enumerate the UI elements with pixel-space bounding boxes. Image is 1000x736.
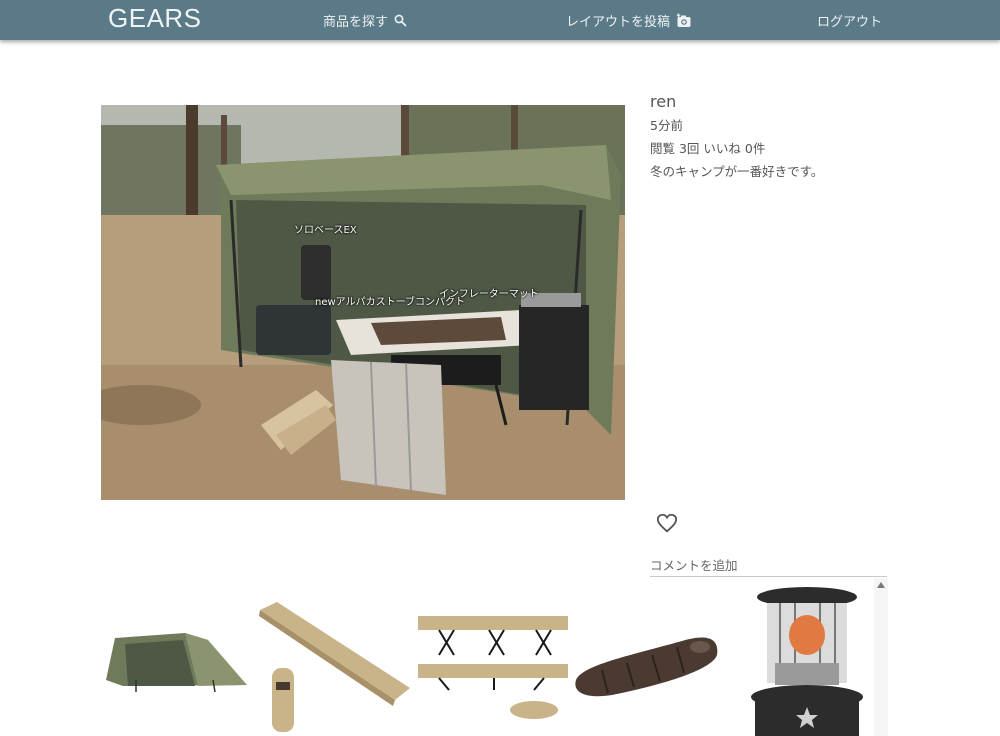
post-layout-link[interactable]: レイアウトを投稿 [566,11,692,30]
product-thumb-tent[interactable] [103,600,251,736]
comment-scrollbar[interactable] [874,578,888,736]
username[interactable]: ren [650,92,890,111]
product-thumb-sleeping-bag[interactable] [572,625,722,705]
post-info: ren 5分前 閲覧 3回 いいね 0件 冬のキャンプが一番好きです。 [650,90,890,180]
brand-logo[interactable]: GEARS [108,3,202,34]
gear-tag-label[interactable]: インフレーターマット [439,285,539,300]
heart-icon [656,513,678,533]
search-products-link[interactable]: 商品を探す [323,11,407,30]
search-icon [394,14,407,27]
search-products-label: 商品を探す [323,15,389,30]
post-stats: 閲覧 3回 いいね 0件 [650,141,766,156]
product-thumb-cot[interactable] [414,610,572,730]
post-photo: ソロベースEX newアルパカストーブコンパクト インフレーターマット [101,105,625,500]
comment-input[interactable]: コメントを追加 [650,552,887,577]
post-layout-label: レイアウトを投稿 [566,15,671,30]
top-navbar: GEARS 商品を探す レイアウトを投稿 ログアウト [0,0,1000,40]
like-button[interactable] [656,512,678,534]
comment-placeholder: コメントを追加 [650,558,738,573]
gear-tag-label[interactable]: ソロベースEX [294,221,357,236]
logout-link[interactable]: ログアウト [817,11,882,30]
post-time: 5分前 [650,118,683,133]
product-thumb-kerosene-stove[interactable] [745,585,870,736]
post-caption: 冬のキャンプが一番好きです。 [650,164,824,179]
product-thumb-mat[interactable] [255,600,413,736]
scroll-up-arrow-icon[interactable] [877,582,885,588]
logout-label: ログアウト [817,15,883,30]
add-photo-icon [676,13,692,28]
